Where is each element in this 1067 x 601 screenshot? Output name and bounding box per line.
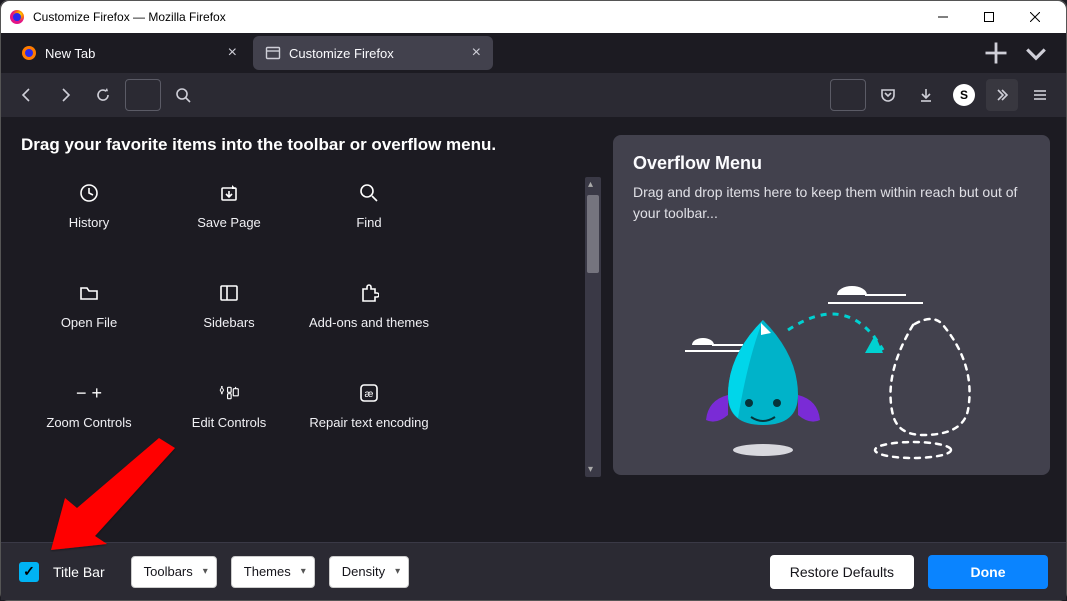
profile-button[interactable]: S (948, 79, 980, 111)
item-label: Open File (61, 315, 117, 330)
item-label: Find (356, 215, 381, 230)
tab-label: New Tab (45, 46, 95, 61)
overflow-title: Overflow Menu (633, 153, 1030, 174)
done-button[interactable]: Done (928, 555, 1048, 589)
back-button[interactable] (11, 79, 43, 111)
tab-new-tab[interactable]: New Tab × (9, 36, 249, 70)
overflow-desc: Drag and drop items here to keep them wi… (633, 182, 1030, 224)
scroll-down-icon[interactable]: ▾ (588, 464, 593, 475)
menu-button[interactable] (1024, 79, 1056, 111)
item-open-file[interactable]: Open File (19, 271, 159, 371)
restore-defaults-button[interactable]: Restore Defaults (770, 555, 914, 589)
history-icon (79, 181, 99, 205)
window-icon (265, 45, 281, 61)
search-icon[interactable] (167, 79, 199, 111)
overflow-illustration (613, 275, 1033, 475)
reload-button[interactable] (87, 79, 119, 111)
scrollbar-thumb[interactable] (587, 195, 599, 273)
profile-badge: S (953, 84, 975, 106)
item-history[interactable]: History (19, 171, 159, 271)
window-title: Customize Firefox — Mozilla Firefox (33, 10, 226, 24)
sidebar-icon (219, 281, 239, 305)
toolbar-items-grid: History Save Page Find Open File Sidebar… (19, 171, 579, 471)
chevron-down-icon: ▾ (395, 566, 400, 577)
folder-icon (79, 281, 99, 305)
toolbars-dropdown[interactable]: Toolbars▾ (131, 556, 217, 588)
item-label: Save Page (197, 215, 261, 230)
forward-button[interactable] (49, 79, 81, 111)
item-find[interactable]: Find (299, 171, 439, 271)
titlebar-checkbox[interactable]: ✓ (19, 562, 39, 582)
item-addons-themes[interactable]: Add-ons and themes (299, 271, 439, 371)
puzzle-icon (359, 281, 379, 305)
minimize-button[interactable] (920, 1, 966, 33)
item-label: Sidebars (203, 315, 254, 330)
item-label: Repair text encoding (309, 415, 428, 430)
item-label: Edit Controls (192, 415, 266, 430)
customize-heading: Drag your favorite items into the toolba… (21, 135, 601, 155)
flex-space-placeholder[interactable] (125, 79, 161, 111)
customize-footer: ✓ Title Bar Toolbars▾ Themes▾ Density▾ R… (1, 542, 1066, 600)
item-edit-controls[interactable]: Edit Controls (159, 371, 299, 471)
text-encoding-icon: æ (359, 381, 379, 405)
item-sidebars[interactable]: Sidebars (159, 271, 299, 371)
titlebar-checkbox-label: Title Bar (53, 564, 105, 580)
pocket-button[interactable] (872, 79, 904, 111)
maximize-button[interactable] (966, 1, 1012, 33)
item-label: Add-ons and themes (309, 315, 429, 330)
chevron-down-icon: ▾ (301, 566, 306, 577)
item-repair-text-encoding[interactable]: æ Repair text encoding (299, 371, 439, 471)
close-icon[interactable]: × (228, 45, 237, 61)
new-tab-button[interactable] (982, 39, 1010, 67)
search-icon (359, 181, 379, 205)
scroll-up-icon[interactable]: ▴ (588, 179, 593, 190)
items-scrollbar[interactable]: ▴ ▾ (585, 177, 601, 477)
firefox-icon (21, 45, 37, 61)
close-button[interactable] (1012, 1, 1058, 33)
tab-label: Customize Firefox (289, 46, 394, 61)
overflow-menu-panel[interactable]: Overflow Menu Drag and drop items here t… (613, 135, 1050, 475)
tab-customize-firefox[interactable]: Customize Firefox × (253, 36, 493, 70)
firefox-icon (9, 9, 25, 25)
nav-toolbar: S (1, 73, 1066, 117)
chevron-down-icon: ▾ (203, 566, 208, 577)
window-titlebar: Customize Firefox — Mozilla Firefox (1, 1, 1066, 33)
themes-dropdown[interactable]: Themes▾ (231, 556, 315, 588)
all-tabs-button[interactable] (1022, 39, 1050, 67)
close-icon[interactable]: × (472, 45, 481, 61)
item-zoom-controls[interactable]: − + Zoom Controls (19, 371, 159, 471)
item-label: History (69, 215, 109, 230)
zoom-icon: − + (76, 381, 102, 405)
downloads-button[interactable] (910, 79, 942, 111)
item-save-page[interactable]: Save Page (159, 171, 299, 271)
item-label: Zoom Controls (46, 415, 131, 430)
customize-panel: Drag your favorite items into the toolba… (1, 117, 1066, 544)
svg-text:æ: æ (365, 389, 374, 400)
tab-strip: New Tab × Customize Firefox × (1, 33, 1066, 73)
flex-space-placeholder[interactable] (830, 79, 866, 111)
overflow-button[interactable] (986, 79, 1018, 111)
density-dropdown[interactable]: Density▾ (329, 556, 409, 588)
save-icon (219, 181, 239, 205)
edit-controls-icon (219, 381, 239, 405)
